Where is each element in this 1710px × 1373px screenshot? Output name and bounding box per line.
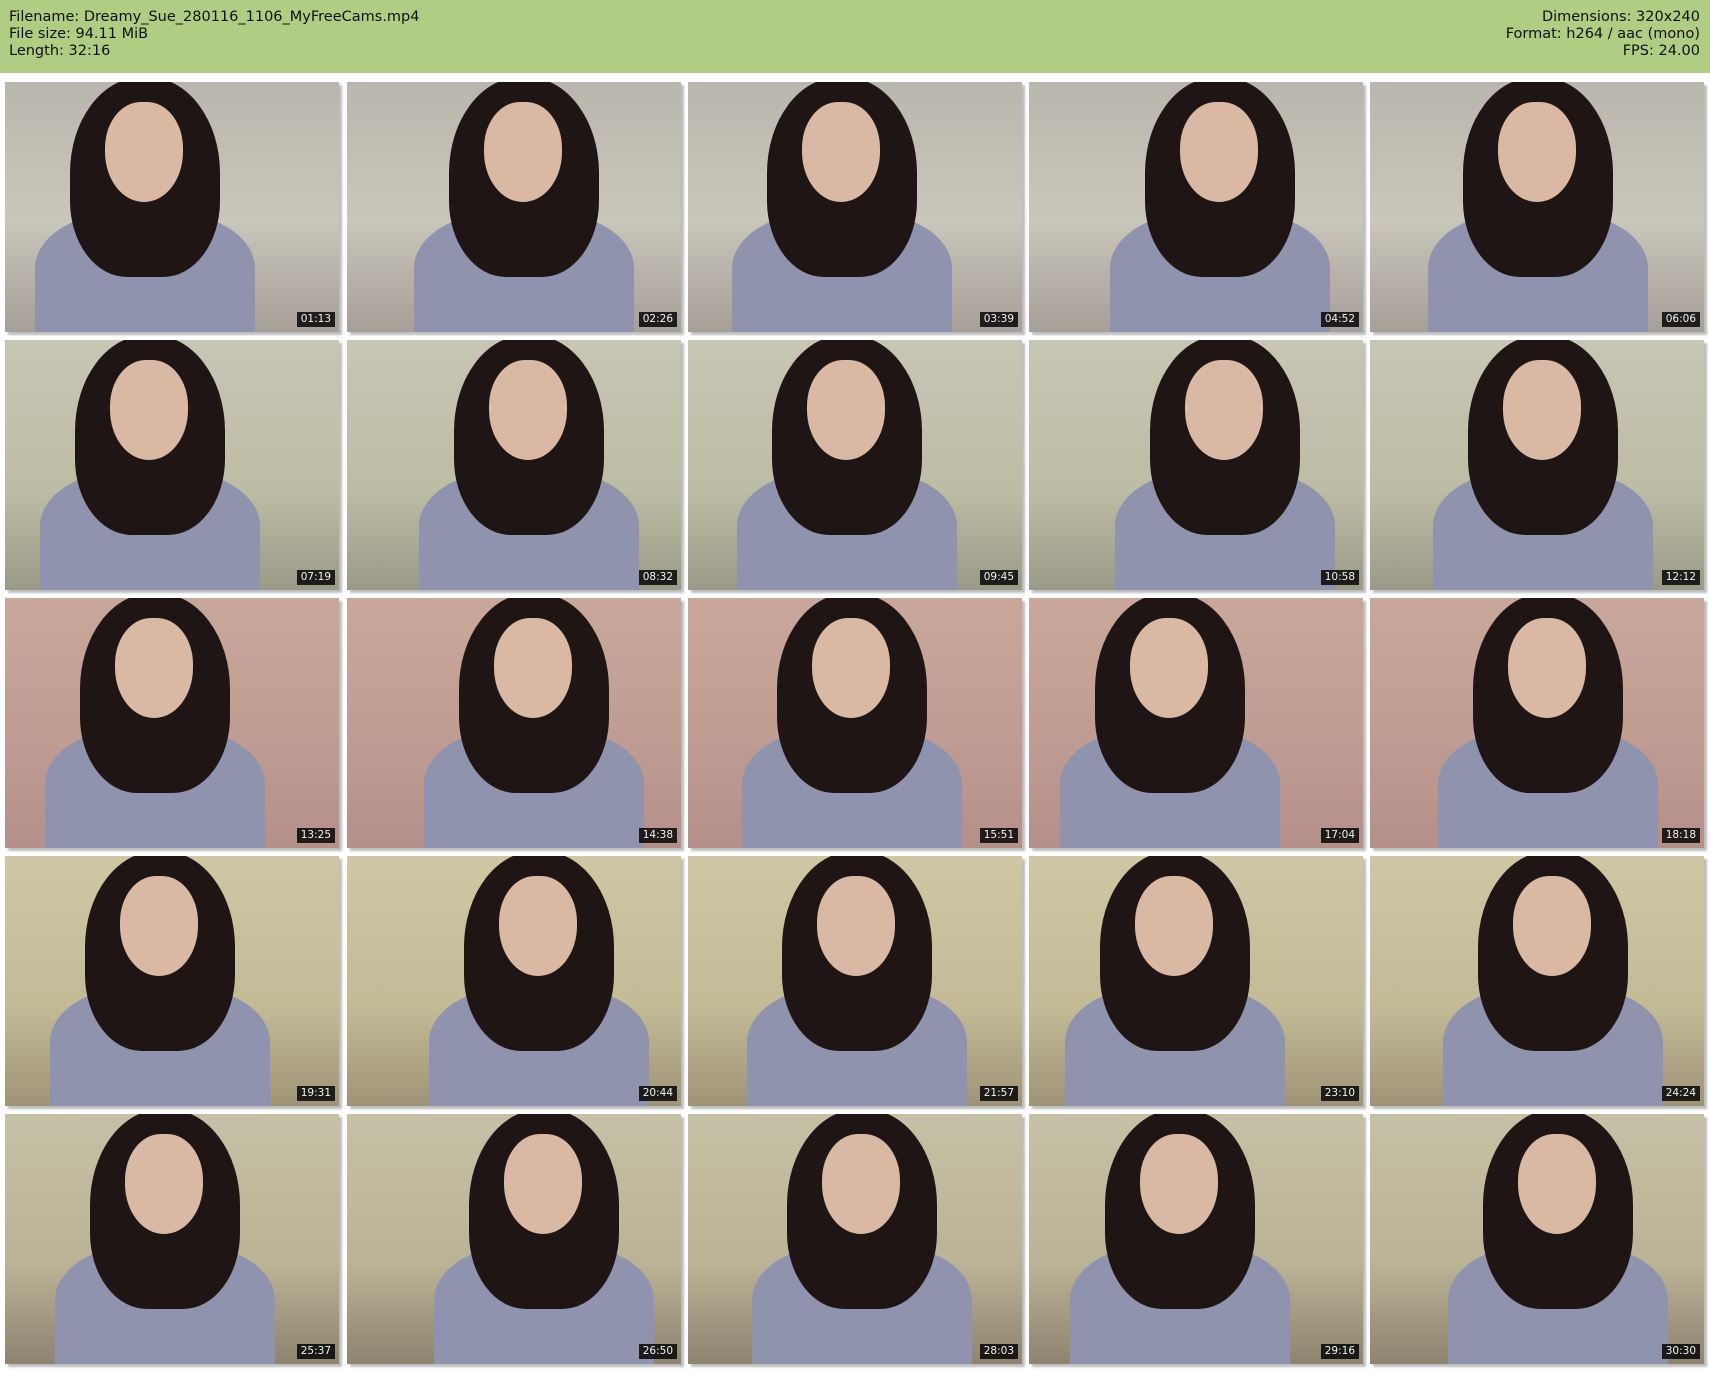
timestamp-label: 20:44 — [638, 1086, 677, 1101]
video-thumbnail: 07:19 — [5, 340, 339, 590]
video-thumbnail: 18:18 — [1370, 598, 1704, 848]
person-face — [812, 618, 890, 718]
video-thumbnail: 24:24 — [1370, 856, 1704, 1106]
timestamp-label: 03:39 — [979, 312, 1018, 327]
person-face — [1498, 102, 1576, 202]
timestamp-label: 09:45 — [979, 570, 1018, 585]
filename-text: Filename: Dreamy_Sue_280116_1106_MyFreeC… — [9, 9, 420, 25]
timestamp-label: 30:30 — [1661, 1344, 1700, 1359]
timestamp-label: 18:18 — [1661, 828, 1700, 843]
person-face — [822, 1134, 900, 1234]
timestamp-label: 17:04 — [1320, 828, 1359, 843]
person-face — [1503, 360, 1581, 460]
timestamp-label: 24:24 — [1661, 1086, 1700, 1101]
video-thumbnail: 03:39 — [688, 82, 1022, 332]
person-face — [802, 102, 880, 202]
timestamp-label: 29:16 — [1320, 1344, 1359, 1359]
person-face — [489, 360, 567, 460]
video-thumbnail: 25:37 — [5, 1114, 339, 1364]
person-face — [484, 102, 562, 202]
timestamp-label: 01:13 — [296, 312, 335, 327]
file-info-right: Dimensions: 320x240 Format: h264 / aac (… — [1506, 9, 1700, 60]
person-face — [105, 102, 183, 202]
person-face — [1180, 102, 1258, 202]
file-info-left: Filename: Dreamy_Sue_280116_1106_MyFreeC… — [9, 9, 419, 60]
video-thumbnail: 23:10 — [1029, 856, 1363, 1106]
timestamp-label: 07:19 — [296, 570, 335, 585]
video-thumbnail: 30:30 — [1370, 1114, 1704, 1364]
fps-text: FPS: 24.00 — [1622, 43, 1700, 59]
person-face — [1140, 1134, 1218, 1234]
video-thumbnail: 28:03 — [688, 1114, 1022, 1364]
person-face — [807, 360, 885, 460]
dimensions-text: Dimensions: 320x240 — [1541, 9, 1700, 25]
length-text: Length: 32:16 — [9, 43, 111, 59]
video-thumbnail: 12:12 — [1370, 340, 1704, 590]
person-face — [499, 876, 577, 976]
person-face — [1185, 360, 1263, 460]
timestamp-label: 14:38 — [638, 828, 677, 843]
timestamp-label: 15:51 — [979, 828, 1018, 843]
timestamp-label: 02:26 — [638, 312, 677, 327]
timestamp-label: 13:25 — [296, 828, 335, 843]
timestamp-label: 12:12 — [1661, 570, 1700, 585]
video-thumbnail: 29:16 — [1029, 1114, 1363, 1364]
timestamp-label: 10:58 — [1320, 570, 1359, 585]
format-text: Format: h264 / aac (mono) — [1505, 26, 1700, 42]
person-face — [1508, 618, 1586, 718]
video-thumbnail: 04:52 — [1029, 82, 1363, 332]
video-thumbnail: 06:06 — [1370, 82, 1704, 332]
video-thumbnail: 21:57 — [688, 856, 1022, 1106]
video-thumbnail: 15:51 — [688, 598, 1022, 848]
video-thumbnail: 10:58 — [1029, 340, 1363, 590]
video-thumbnail: 14:38 — [347, 598, 681, 848]
timestamp-label: 19:31 — [296, 1086, 335, 1101]
timestamp-label: 25:37 — [296, 1344, 335, 1359]
file-info-header: Filename: Dreamy_Sue_280116_1106_MyFreeC… — [0, 0, 1710, 73]
timestamp-label: 04:52 — [1320, 312, 1359, 327]
person-face — [1130, 618, 1208, 718]
video-thumbnail: 09:45 — [688, 340, 1022, 590]
person-face — [110, 360, 188, 460]
video-thumbnail: 20:44 — [347, 856, 681, 1106]
person-face — [120, 876, 198, 976]
video-thumbnail: 01:13 — [5, 82, 339, 332]
person-face — [115, 618, 193, 718]
video-thumbnail: 08:32 — [347, 340, 681, 590]
person-face — [494, 618, 572, 718]
timestamp-label: 23:10 — [1320, 1086, 1359, 1101]
video-thumbnail: 26:50 — [347, 1114, 681, 1364]
video-thumbnail: 02:26 — [347, 82, 681, 332]
person-face — [1135, 876, 1213, 976]
video-thumbnail: 19:31 — [5, 856, 339, 1106]
person-face — [1518, 1134, 1596, 1234]
timestamp-label: 08:32 — [638, 570, 677, 585]
video-thumbnail: 13:25 — [5, 598, 339, 848]
person-face — [504, 1134, 582, 1234]
video-thumbnail: 17:04 — [1029, 598, 1363, 848]
timestamp-label: 06:06 — [1661, 312, 1700, 327]
person-face — [1513, 876, 1591, 976]
thumbnail-grid: 01:13 02:26 03:39 04:52 06:06 07:19 08:32 09:45… — [0, 80, 1710, 1373]
person-face — [817, 876, 895, 976]
timestamp-label: 26:50 — [638, 1344, 677, 1359]
person-face — [125, 1134, 203, 1234]
filesize-text: File size: 94.11 MiB — [9, 26, 149, 42]
timestamp-label: 28:03 — [979, 1344, 1018, 1359]
timestamp-label: 21:57 — [979, 1086, 1018, 1101]
